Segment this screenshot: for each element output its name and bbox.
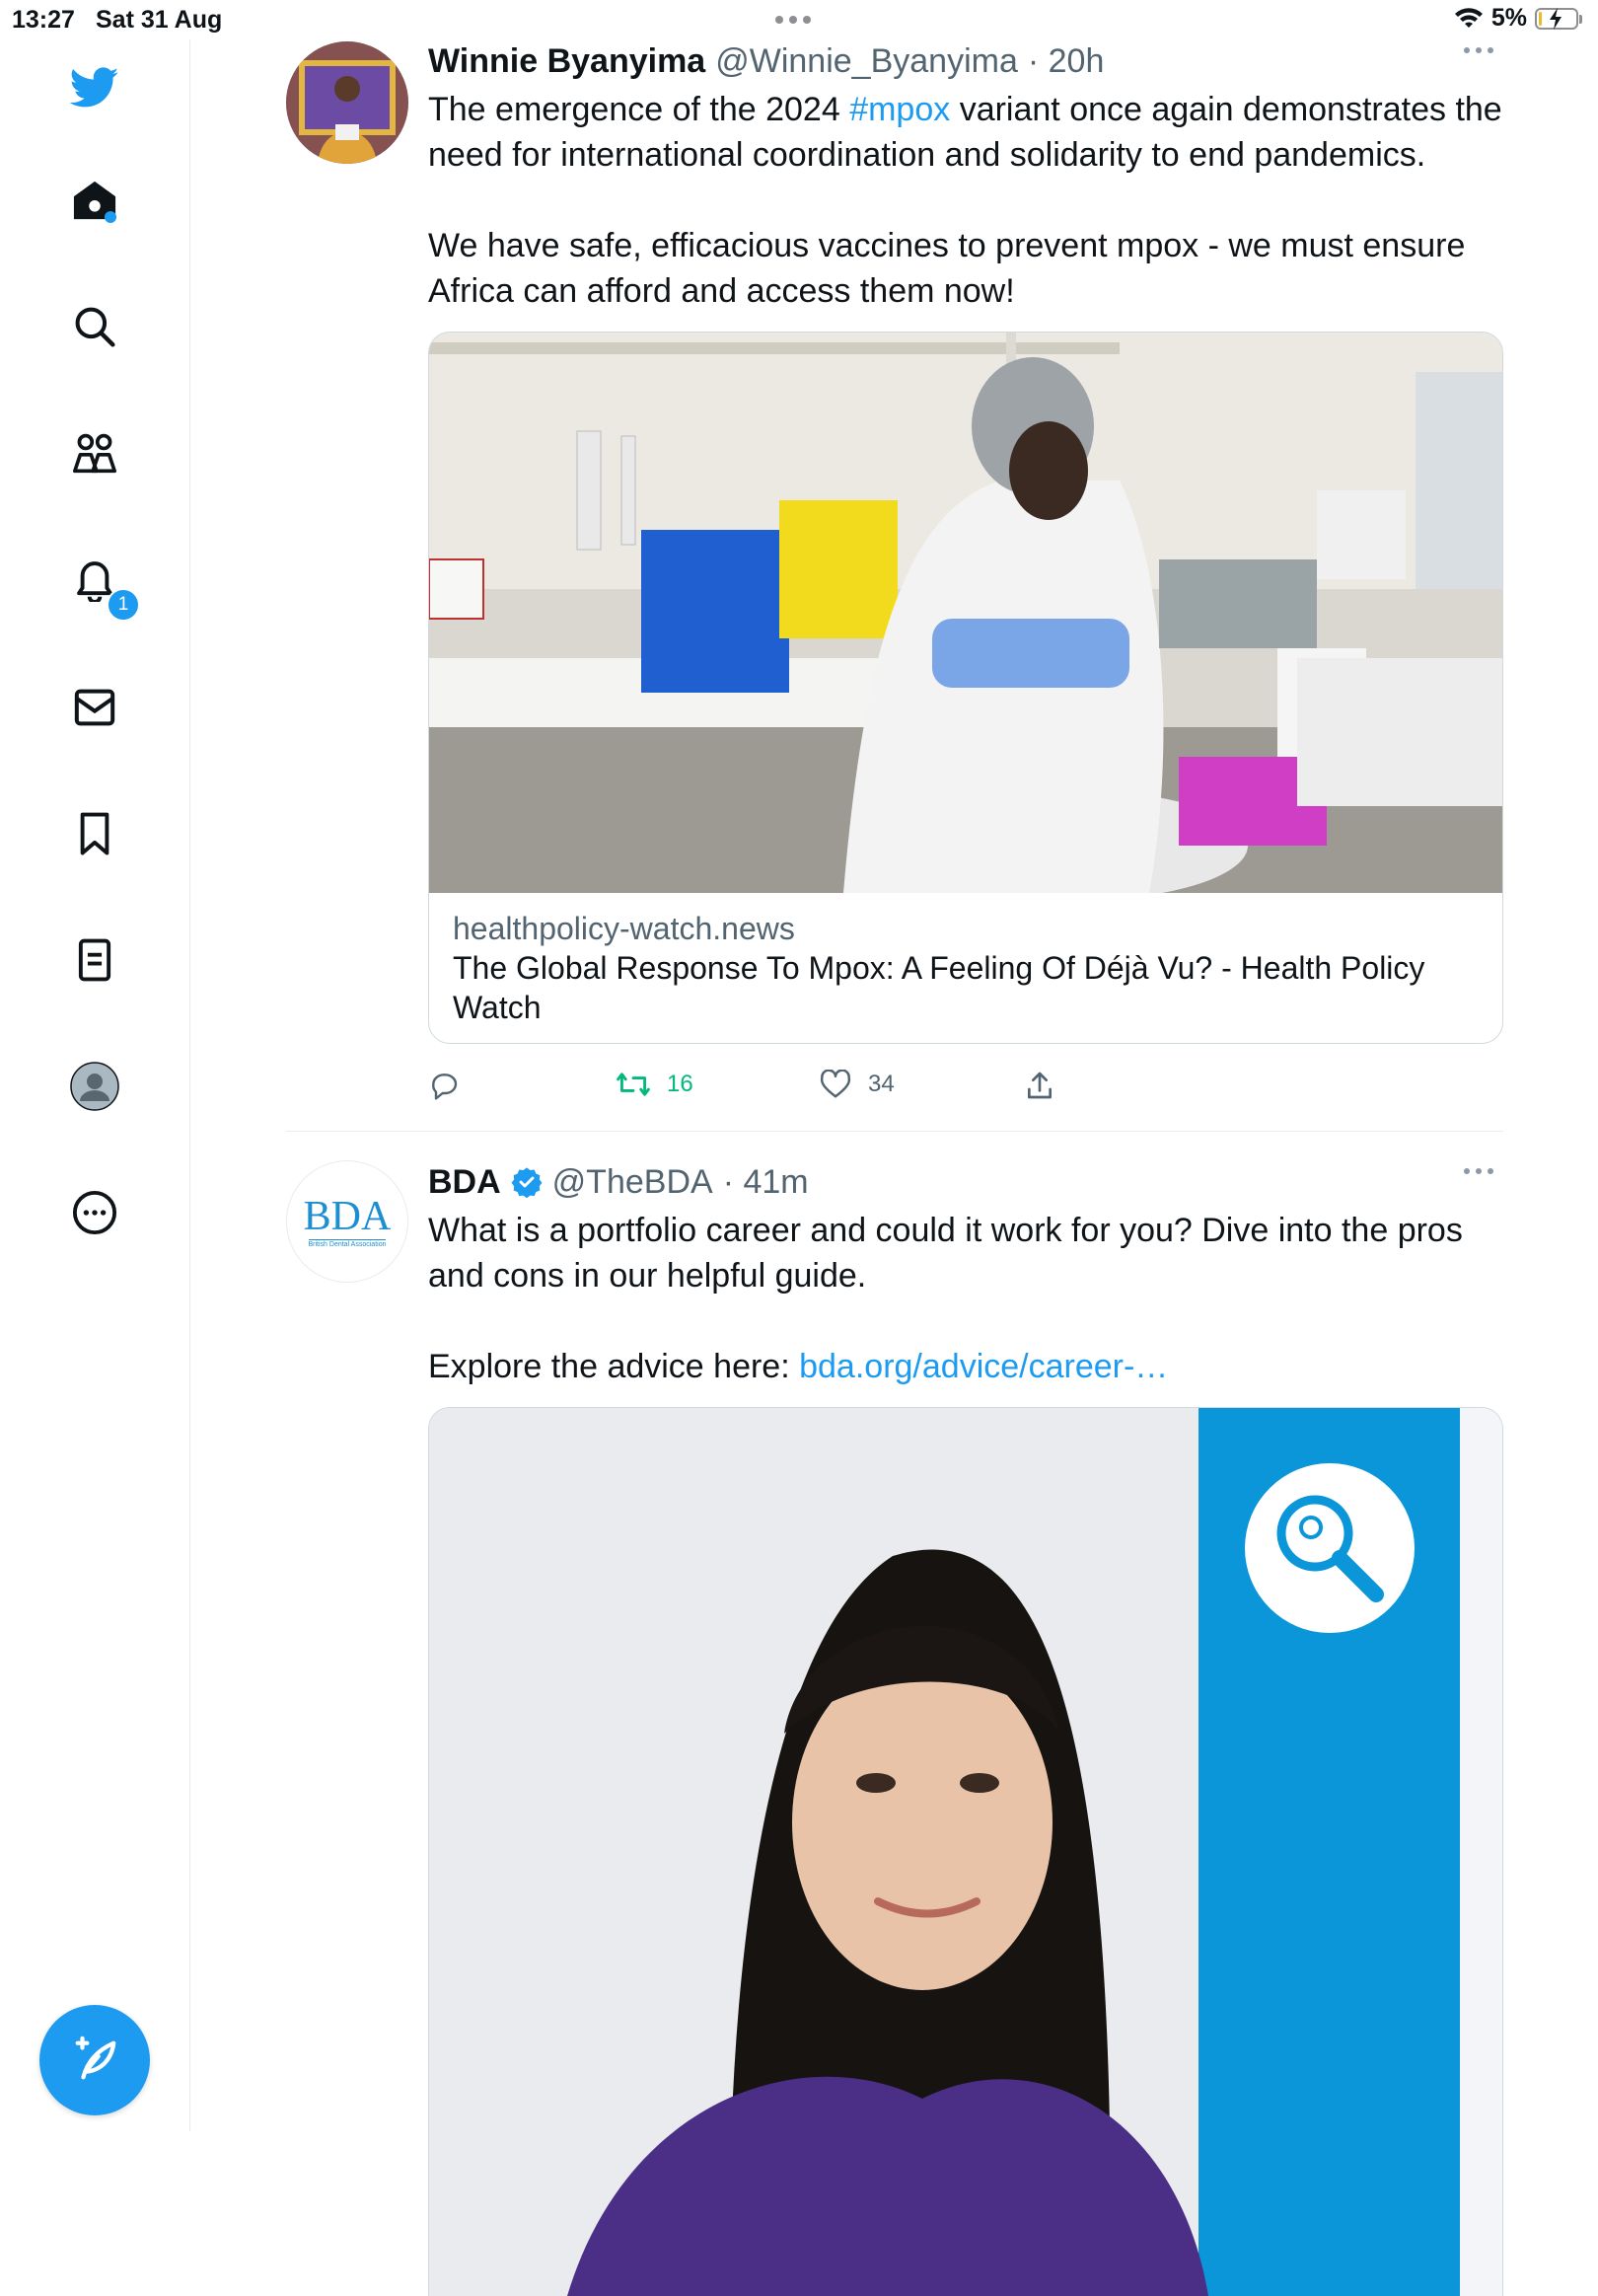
author-handle[interactable]: @TheBDA [552, 1163, 713, 1202]
status-bar: 13:27 Sat 31 Aug 5% [0, 0, 1598, 39]
more-options-icon[interactable] [1464, 1168, 1493, 1174]
author-handle[interactable]: @Winnie_Byanyima [715, 42, 1018, 81]
card-domain: healthpolicy-watch.news [453, 911, 795, 946]
status-date: Sat 31 Aug [96, 6, 223, 34]
tweet-header: Winnie Byanyima @Winnie_Byanyima · 20h [428, 39, 1503, 83]
tweet-divider [286, 1131, 1503, 1132]
communities-icon[interactable] [70, 428, 119, 478]
sidebar-nav: 1 [0, 39, 190, 2131]
heart-icon [820, 1070, 851, 1098]
reply-icon [432, 1074, 458, 1100]
status-time: 13:27 [12, 6, 75, 34]
search-icon[interactable] [70, 302, 119, 351]
profile-icon[interactable] [70, 1062, 119, 1111]
battery-percentage: 5% [1490, 4, 1527, 32]
retweet-count: 16 [667, 1071, 693, 1097]
multitasking-dots-icon[interactable] [775, 16, 811, 24]
wifi-icon [1454, 7, 1483, 28]
tweet-header: BDA @TheBDA · 41m [428, 1160, 1503, 1204]
author-name[interactable]: Winnie Byanyima [428, 42, 705, 81]
twitter-logo-icon[interactable] [70, 63, 119, 112]
retweet-icon [617, 1073, 650, 1096]
like-button[interactable]: 34 [819, 1070, 895, 1099]
home-unread-dot [105, 211, 116, 223]
tweet-text: The emergence of the 2024 #mpox variant … [428, 91, 1502, 310]
media-card[interactable] [428, 1407, 1503, 2296]
link-card[interactable]: healthpolicy-watch.news The Global Respo… [428, 332, 1503, 1044]
tweet-time[interactable]: · 41m [723, 1163, 809, 1202]
avatar[interactable] [286, 41, 408, 164]
notification-count-badge: 1 [107, 588, 140, 622]
card-image [429, 333, 1502, 893]
retweet-button[interactable]: 16 [616, 1070, 693, 1099]
tweet-time[interactable]: · 20h [1028, 42, 1105, 81]
compose-tweet-icon [75, 2036, 116, 2080]
tweet-text: What is a portfolio career and could it … [428, 1212, 1463, 1385]
reply-button[interactable] [428, 1070, 460, 1101]
battery-icon [1535, 7, 1582, 30]
compose-tweet-button[interactable] [39, 2005, 150, 2115]
share-button[interactable] [1024, 1070, 1055, 1101]
tweet-image [429, 1408, 1502, 2296]
messages-icon[interactable] [70, 683, 119, 732]
card-title: The Global Response To Mpox: A Feeling O… [453, 950, 1425, 1025]
more-options-icon[interactable] [1464, 47, 1493, 53]
more-icon[interactable] [70, 1188, 119, 1237]
hashtag-link[interactable]: #mpox [849, 91, 950, 128]
tweet-actions: 16 34 [428, 1062, 1503, 1121]
bda-logo: BDA [303, 1193, 392, 1239]
like-count: 34 [868, 1071, 895, 1097]
verified-badge-icon [511, 1167, 543, 1198]
lists-icon[interactable] [70, 935, 119, 985]
bda-logo-subtitle: British Dental Association [308, 1238, 387, 1248]
share-icon [1028, 1072, 1052, 1099]
avatar[interactable]: BDA British Dental Association [286, 1160, 408, 1283]
bookmarks-icon[interactable] [70, 809, 119, 858]
author-name[interactable]: BDA [428, 1163, 501, 1202]
tweet-link[interactable]: bda.org/advice/career-… [799, 1348, 1168, 1385]
